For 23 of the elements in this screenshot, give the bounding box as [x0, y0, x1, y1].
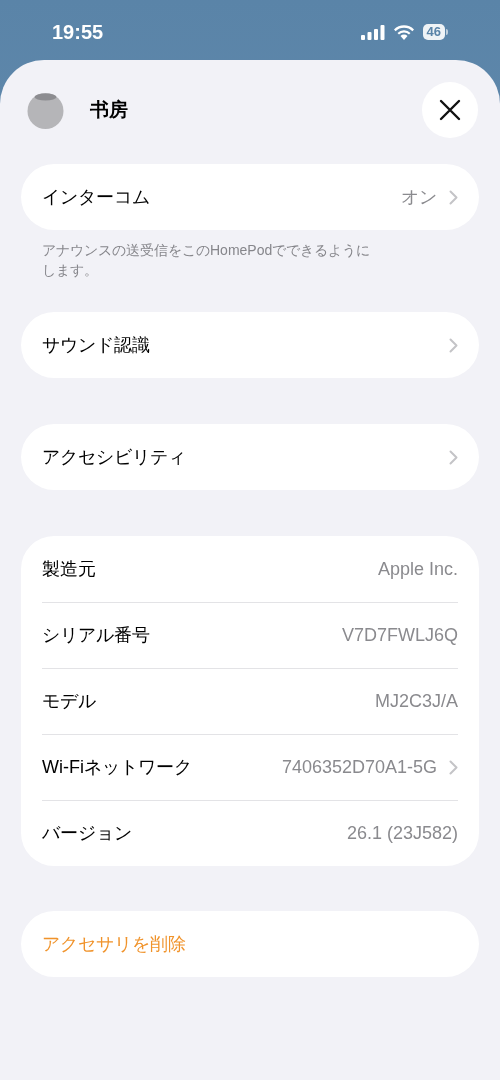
row-value: 26.1 (23J582) [346, 822, 458, 845]
row-label: シリアル番号 [42, 624, 150, 647]
status-time: 19:55 [52, 20, 104, 45]
speaker-icon [27, 91, 64, 129]
row-label: 製造元 [42, 557, 96, 581]
battery-icon: 46 [422, 24, 448, 40]
row-value: 7406352D70A1-5G [281, 756, 437, 779]
wifi-icon [392, 24, 415, 40]
signal-icon [360, 24, 385, 40]
row-label: インターコム [42, 185, 150, 209]
row-label: アクセシビリティ [42, 445, 186, 469]
row-label: モデル [42, 690, 96, 713]
row-label: サウンド認識 [42, 333, 150, 357]
device-title: 书房 [90, 97, 128, 122]
close-icon [439, 99, 461, 121]
remove-accessory-button[interactable]: アクセサリを削除 [21, 911, 479, 977]
row-value: V7D7FWLJ6Q [341, 624, 458, 647]
row-value: MJ2C3J/A [374, 690, 458, 713]
row-label: Wi-Fiネットワーク [42, 756, 192, 779]
footer-note: アナウンスの送受信をこのHomePodでできるようにします。 [41, 241, 372, 280]
row-value: オン [401, 185, 437, 209]
row-value: Apple Inc. [377, 557, 458, 581]
row-label: バージョン [42, 822, 132, 845]
